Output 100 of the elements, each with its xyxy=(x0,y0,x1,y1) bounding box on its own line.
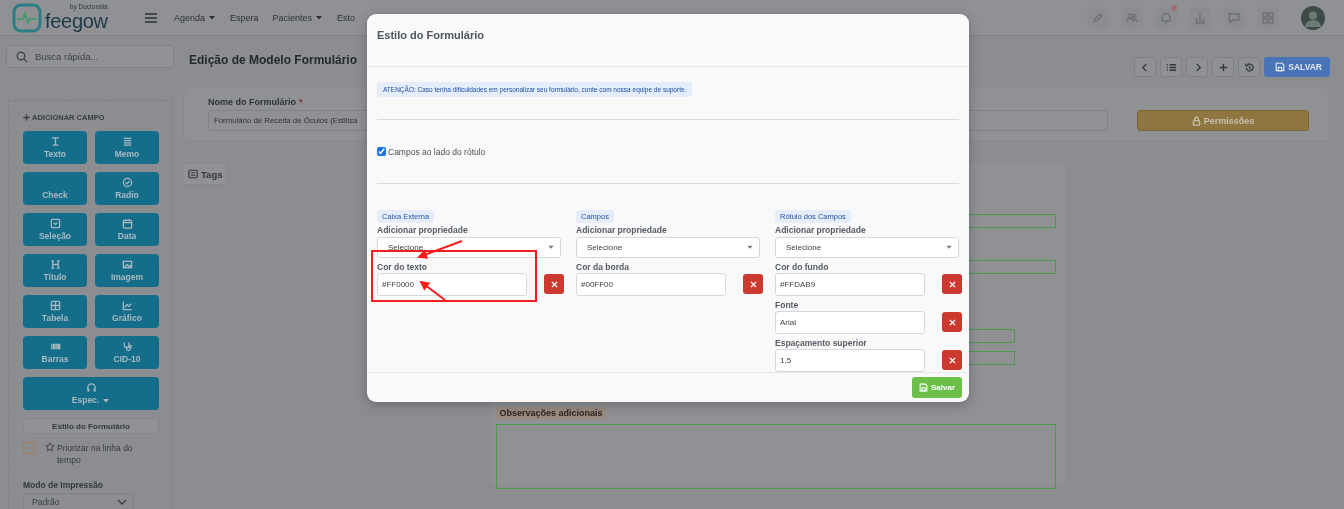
barcode-icon xyxy=(49,341,61,352)
plus-icon xyxy=(23,114,30,121)
close-icon xyxy=(948,356,956,364)
toolbar-button[interactable] xyxy=(1212,57,1235,77)
form-style-button[interactable]: Estilo do Formulário xyxy=(23,418,159,434)
bell-icon xyxy=(1159,10,1173,25)
search-field[interactable]: Busca rápida... xyxy=(6,45,174,68)
field-label: Adicionar propriedade xyxy=(576,224,667,235)
caret-icon xyxy=(315,14,324,21)
remove-button[interactable] xyxy=(942,274,962,295)
property-select[interactable]: Selecione xyxy=(576,236,760,258)
remove-button[interactable] xyxy=(743,274,763,295)
field-type-button[interactable]: Título xyxy=(23,254,87,287)
table-icon xyxy=(49,300,61,311)
grid-icon xyxy=(1261,10,1275,25)
lock-icon xyxy=(1191,115,1201,126)
notification-dot xyxy=(1171,4,1177,11)
field-type-button[interactable]: Texto xyxy=(23,131,87,164)
page-title: Edição de Modelo Formulário xyxy=(189,53,358,67)
field-type-button[interactable]: Imagem xyxy=(95,254,159,287)
nav-link[interactable]: Espera xyxy=(230,12,259,23)
nav-link[interactable]: Pacientes xyxy=(272,12,324,23)
stethoscope-icon xyxy=(121,341,133,352)
nav-link[interactable]: Agenda xyxy=(174,12,217,23)
field-type-button[interactable]: Check xyxy=(23,172,87,205)
field-type-button[interactable]: Gráfico xyxy=(95,295,159,328)
property-input[interactable]: Arial xyxy=(775,310,925,334)
floppy-icon xyxy=(1275,62,1286,72)
list-icon xyxy=(1165,61,1177,73)
toolbar-button[interactable] xyxy=(1238,57,1261,77)
remove-button[interactable] xyxy=(544,274,564,295)
caret-icon xyxy=(547,244,555,251)
logo-wordmark: feegow xyxy=(45,10,108,31)
save-button[interactable]: SALVAR xyxy=(1264,57,1330,77)
property-input[interactable]: #FF0000 xyxy=(377,272,527,296)
menu-button[interactable] xyxy=(144,11,158,24)
users-icon xyxy=(1125,10,1139,25)
checkbox[interactable] xyxy=(377,147,386,157)
close-icon xyxy=(948,318,956,326)
star-icon xyxy=(45,442,55,452)
field-type-button[interactable]: CID-10 xyxy=(95,336,159,369)
headset-icon xyxy=(85,382,97,393)
logo-icon xyxy=(12,2,42,33)
history-icon xyxy=(1243,61,1255,73)
field-type-button[interactable]: Seleção xyxy=(23,213,87,246)
list-icon xyxy=(188,169,198,179)
field-type-button[interactable]: Espec. xyxy=(23,377,159,410)
arrow xyxy=(419,280,446,301)
check-circle-icon xyxy=(121,177,133,188)
chat-icon xyxy=(1227,10,1241,25)
field-label: Fonte xyxy=(775,299,799,310)
close-icon xyxy=(948,280,956,288)
field-type-button[interactable]: Data xyxy=(95,213,159,246)
permissions-button[interactable]: Permissões xyxy=(1137,110,1309,131)
tags-button[interactable]: Tags xyxy=(182,163,229,185)
dropdown-icon xyxy=(49,218,61,229)
chevron-icon xyxy=(117,498,127,506)
toolbar-button[interactable] xyxy=(1160,57,1183,77)
remove-button[interactable] xyxy=(942,312,962,333)
property-input[interactable]: 1,5 xyxy=(775,348,925,372)
field-label: Observações adicionais xyxy=(496,407,606,419)
toolbar-button[interactable] xyxy=(1134,57,1157,77)
checkbox-label: Priorizar na linha do tempo xyxy=(57,442,134,466)
pen-icon xyxy=(1091,10,1105,25)
required-mark: * xyxy=(299,97,303,107)
nav-link[interactable]: Esto xyxy=(337,12,356,23)
close-icon xyxy=(749,280,757,288)
field-type-button[interactable]: Barras xyxy=(23,336,87,369)
field-label: Espaçamento superior xyxy=(775,337,867,348)
field-label: Cor do texto xyxy=(377,261,428,272)
heading-icon xyxy=(49,259,61,270)
print-mode-select[interactable]: Padrão xyxy=(23,493,134,509)
remove-button[interactable] xyxy=(942,350,962,371)
plus-icon xyxy=(1217,61,1229,73)
field-type-button[interactable]: Tabela xyxy=(23,295,87,328)
checkbox[interactable] xyxy=(23,442,35,454)
toolbar-button[interactable] xyxy=(1186,57,1209,77)
property-input[interactable]: #00FF00 xyxy=(576,272,726,296)
avatar xyxy=(1301,5,1325,30)
field-label: Modo de Impressão xyxy=(23,480,104,490)
caret-icon xyxy=(208,14,217,21)
caret-icon xyxy=(945,244,953,251)
floppy-icon xyxy=(918,382,928,392)
save-button[interactable]: Salvar xyxy=(911,376,962,398)
field-type-button[interactable]: Memo xyxy=(95,131,159,164)
caret-icon xyxy=(746,244,754,251)
field-label: Cor da borda xyxy=(576,261,629,272)
field-type-button[interactable]: Radio xyxy=(95,172,159,205)
caret-icon xyxy=(102,396,111,404)
lines-icon xyxy=(121,136,133,147)
menu-icon xyxy=(144,11,158,24)
property-select[interactable]: Selecione xyxy=(775,236,959,258)
field-label: Adicionar propriedade xyxy=(377,224,468,235)
modal-title: Estilo do Formulário xyxy=(367,14,969,67)
text-icon xyxy=(49,136,61,147)
line-chart-icon xyxy=(121,300,133,311)
field-label: Adicionar propriedade xyxy=(775,224,866,235)
field-label: Cor do fundo xyxy=(775,261,829,272)
image-icon xyxy=(121,259,133,270)
property-input[interactable]: #FFDAB9 xyxy=(775,272,925,296)
